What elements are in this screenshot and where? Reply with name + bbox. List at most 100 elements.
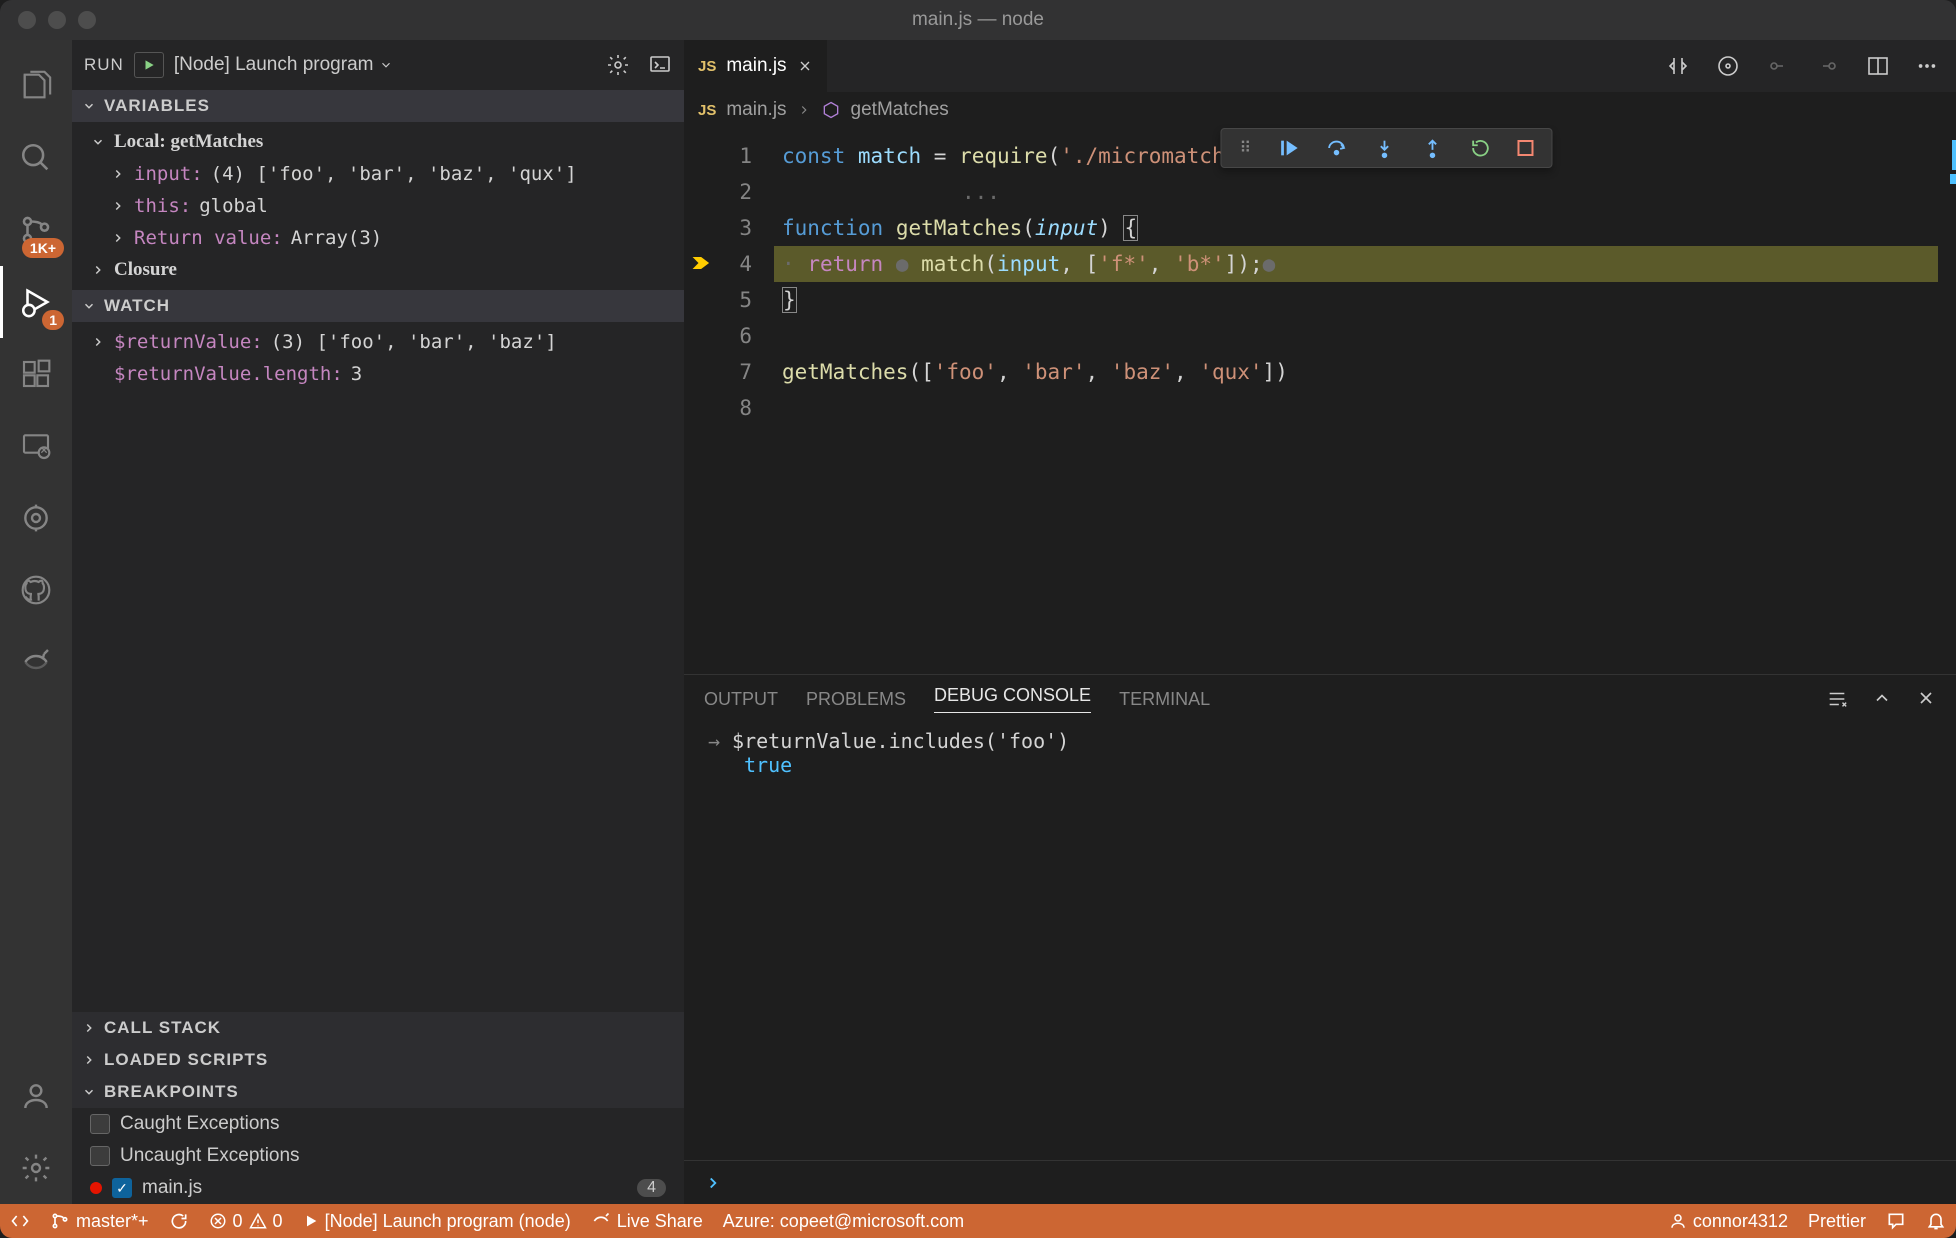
drag-handle-icon[interactable]: ⠿ [1239, 138, 1251, 158]
activity-bar: 1K+ 1 [0, 40, 72, 1204]
extensions-icon[interactable] [0, 338, 72, 410]
chevron-down-icon [82, 1085, 96, 1099]
accounts-icon[interactable] [0, 1060, 72, 1132]
next-change-icon[interactable] [1816, 54, 1840, 78]
explorer-icon[interactable] [0, 50, 72, 122]
watch-title: WATCH [104, 296, 170, 316]
user-status[interactable]: connor4312 [1669, 1211, 1788, 1232]
watch-tree: $returnValue: (3) ['foo', 'bar', 'baz'] … [72, 322, 684, 394]
breakpoint-caught[interactable]: Caught Exceptions [72, 1108, 684, 1140]
restart-icon[interactable] [1469, 137, 1491, 159]
prettier-status[interactable]: Prettier [1808, 1211, 1866, 1232]
debug-status[interactable]: [Node] Launch program (node) [303, 1211, 571, 1232]
split-editor-icon[interactable] [1866, 54, 1890, 78]
start-debug-button[interactable] [134, 52, 164, 78]
close-panel-icon[interactable] [1916, 688, 1936, 708]
feedback-icon[interactable] [1886, 1211, 1906, 1231]
js-file-icon: JS [698, 102, 716, 119]
chevron-right-icon [110, 199, 126, 213]
fullscreen-window-button[interactable] [78, 11, 96, 29]
run-label: RUN [84, 55, 124, 75]
debug-config-select[interactable]: [Node] Launch program [174, 54, 394, 76]
checkbox-icon[interactable] [90, 1114, 110, 1134]
github-icon[interactable] [0, 554, 72, 626]
console-result: true [708, 753, 1932, 777]
gitlens-icon[interactable] [0, 482, 72, 554]
gear-icon[interactable] [606, 53, 630, 77]
compare-icon[interactable] [1666, 54, 1690, 78]
panel-tabs: OUTPUT PROBLEMS DEBUG CONSOLE TERMINAL [684, 675, 1956, 723]
breakpoints-section-header[interactable]: BREAKPOINTS [72, 1076, 684, 1108]
chevron-right-icon [82, 1053, 96, 1067]
more-icon[interactable] [1916, 55, 1938, 77]
git-icon[interactable] [1716, 54, 1740, 78]
step-out-icon[interactable] [1421, 137, 1443, 159]
liveshare-activity-icon[interactable] [0, 626, 72, 698]
watch-row[interactable]: $returnValue.length: 3 [72, 358, 684, 390]
chevron-right-icon [110, 231, 126, 245]
checkbox-icon[interactable]: ✓ [112, 1178, 132, 1198]
minimap[interactable] [1938, 128, 1956, 426]
run-debug-icon[interactable]: 1 [0, 266, 72, 338]
chevron-right-icon [704, 1174, 722, 1192]
app-window: main.js — node 1K+ 1 [0, 0, 1956, 1238]
execution-pointer-icon [690, 252, 712, 274]
chevron-right-icon [82, 1021, 96, 1035]
close-window-button[interactable] [18, 11, 36, 29]
remote-icon[interactable] [0, 410, 72, 482]
settings-gear-icon[interactable] [0, 1132, 72, 1204]
breadcrumb[interactable]: JS main.js getMatches [684, 92, 1956, 128]
debug-console-input[interactable] [684, 1160, 1956, 1204]
watch-row[interactable]: $returnValue: (3) ['foo', 'bar', 'baz'] [72, 326, 684, 358]
breakpoint-file[interactable]: ✓ main.js 4 [72, 1172, 684, 1204]
tab-debug-console[interactable]: DEBUG CONSOLE [934, 685, 1091, 713]
tab-main-js[interactable]: JS main.js [684, 40, 827, 92]
variables-tree: Local: getMatches input: (4) ['foo', 'ba… [72, 122, 684, 290]
closure-row[interactable]: Closure [72, 254, 684, 286]
variable-row[interactable]: input: (4) ['foo', 'bar', 'baz', 'qux'] [72, 158, 684, 190]
scm-badge: 1K+ [22, 238, 64, 258]
azure-status[interactable]: Azure: copeet@microsoft.com [723, 1211, 964, 1232]
variable-row[interactable]: Return value: Array(3) [72, 222, 684, 254]
stop-icon[interactable] [1517, 140, 1533, 156]
callstack-section-header[interactable]: CALL STACK [72, 1012, 684, 1044]
debug-badge: 1 [42, 310, 64, 330]
variable-row[interactable]: this: global [72, 190, 684, 222]
status-bar: master*+ 0 0 [Node] Launch program (node… [0, 1204, 1956, 1238]
code-editor[interactable]: 1234 5678 const match = require('./micro… [684, 128, 1956, 426]
source-control-icon[interactable]: 1K+ [0, 194, 72, 266]
tab-terminal[interactable]: TERMINAL [1119, 689, 1210, 710]
clear-console-icon[interactable] [1826, 688, 1848, 710]
watch-section-header[interactable]: WATCH [72, 290, 684, 322]
liveshare-status[interactable]: Live Share [591, 1211, 703, 1232]
breakpoint-uncaught[interactable]: Uncaught Exceptions [72, 1140, 684, 1172]
debug-console-body: → $returnValue.includes('foo') true [684, 723, 1956, 1160]
problems-status[interactable]: 0 0 [209, 1211, 283, 1232]
debug-console-icon[interactable] [648, 53, 672, 77]
console-input-echo: → $returnValue.includes('foo') [708, 729, 1932, 753]
variables-scope[interactable]: Local: getMatches [72, 126, 684, 158]
debug-toolbar[interactable]: ⠿ [1220, 128, 1552, 168]
prev-change-icon[interactable] [1766, 54, 1790, 78]
editor-tabs: JS main.js [684, 40, 1956, 92]
variables-section-header[interactable]: VARIABLES [72, 90, 684, 122]
tab-problems[interactable]: PROBLEMS [806, 689, 906, 710]
step-over-icon[interactable] [1325, 137, 1347, 159]
git-branch-status[interactable]: master*+ [50, 1211, 149, 1232]
window-title: main.js — node [912, 9, 1044, 31]
close-tab-icon[interactable] [797, 58, 813, 74]
collapse-panel-icon[interactable] [1872, 688, 1892, 708]
loaded-scripts-section-header[interactable]: LOADED SCRIPTS [72, 1044, 684, 1076]
titlebar: main.js — node [0, 0, 1956, 40]
minimize-window-button[interactable] [48, 11, 66, 29]
checkbox-icon[interactable] [90, 1146, 110, 1166]
tab-output[interactable]: OUTPUT [704, 689, 778, 710]
continue-icon[interactable] [1277, 137, 1299, 159]
search-icon[interactable] [0, 122, 72, 194]
chevron-right-icon [110, 167, 126, 181]
sync-status[interactable] [169, 1211, 189, 1231]
step-into-icon[interactable] [1373, 137, 1395, 159]
code-lines: const match = require('./micromatch'); .… [774, 128, 1938, 426]
bell-icon[interactable] [1926, 1211, 1946, 1231]
remote-status[interactable] [10, 1211, 30, 1231]
